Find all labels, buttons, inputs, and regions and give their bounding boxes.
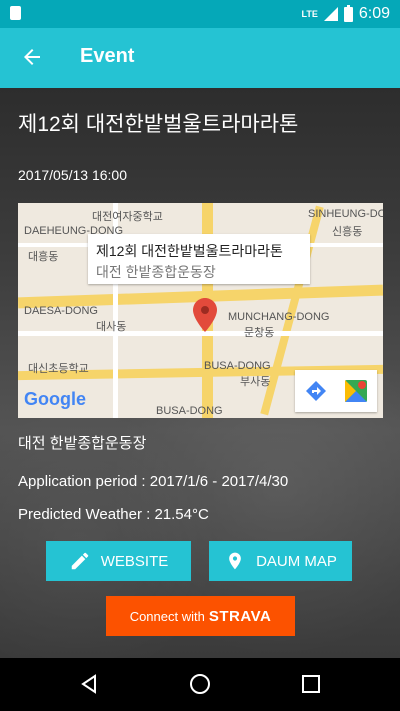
event-venue: 대전 한밭종합운동장: [18, 435, 147, 452]
map-label: 신흥동: [332, 226, 363, 238]
directions-icon[interactable]: [304, 379, 328, 403]
network-type: LTE: [301, 9, 318, 19]
map-pin-icon[interactable]: [193, 298, 217, 332]
nav-recents-icon[interactable]: [301, 674, 321, 694]
battery-icon: [343, 4, 353, 22]
pencil-icon: [69, 550, 91, 572]
back-arrow-icon[interactable]: [20, 45, 44, 74]
location-pin-icon: [224, 550, 246, 572]
map-info-window[interactable]: 제12회 대전한밭벌울트라마라톤 대전 한밭종합운동장: [88, 234, 310, 284]
map-label: 부사동: [240, 376, 271, 388]
map-label: SINHEUNG-DO: [308, 208, 383, 220]
google-logo-text: Google: [24, 389, 86, 409]
map-label: DAESA-DONG: [24, 305, 98, 317]
map-toolbar: [295, 370, 377, 412]
map-label: 대신초등학교: [28, 363, 89, 375]
info-window-title: 제12회 대전한밭벌울트라마라톤: [96, 243, 283, 259]
map-label: BUSA-DONG: [156, 405, 223, 417]
event-map[interactable]: 대전여자중학교 DAEHEUNG-DONG 대흥동 SINHEUNG-DO 신흥…: [18, 203, 383, 418]
pencil-icon-svg: [71, 552, 88, 570]
strava-button-prefix: Connect with: [129, 608, 205, 624]
nav-home-icon[interactable]: [189, 673, 211, 695]
website-button-label: WEBSITE: [100, 552, 169, 570]
google-maps-icon[interactable]: [344, 379, 368, 403]
info-window-subtitle: 대전 한밭종합운동장: [96, 264, 216, 280]
back-arrow-icon-svg: [24, 49, 40, 65]
google-logo: Google: [24, 389, 86, 410]
event-datetime: 2017/05/13 16:00: [18, 167, 127, 183]
map-label: 대사동: [96, 321, 127, 333]
map-label: 대흥동: [28, 251, 59, 263]
status-bar: LTE 6:09: [0, 0, 400, 28]
map-label: MUNCHANG-DONG: [228, 311, 330, 323]
predicted-weather: Predicted Weather : 21.54°C: [18, 506, 209, 523]
system-nav-bar: [0, 658, 400, 711]
map-label: BUSA-DONG: [204, 360, 271, 372]
map-label: 대전여자중학교: [92, 211, 163, 223]
connect-strava-button[interactable]: Connect with STRAVA: [106, 596, 295, 636]
event-detail: 제12회 대전한밭벌울트라마라톤 2017/05/13 16:00 대전여자중학…: [0, 88, 400, 658]
app-bar: Event: [0, 28, 400, 88]
daum-map-button[interactable]: DAUM MAP: [209, 541, 352, 581]
clock: 6:09: [358, 5, 390, 22]
daum-map-button-label: DAUM MAP: [256, 552, 337, 570]
website-button[interactable]: WEBSITE: [46, 541, 191, 581]
sd-card-icon: [10, 6, 21, 20]
signal-icon: [323, 7, 338, 21]
nav-back-icon[interactable]: [78, 673, 100, 695]
application-period: Application period : 2017/1/6 - 2017/4/3…: [18, 473, 289, 490]
map-label: 문창동: [244, 327, 275, 339]
strava-brand: STRAVA: [208, 607, 272, 625]
location-pin-icon-svg: [229, 552, 241, 570]
page-title: Event: [80, 45, 135, 67]
status-indicators: LTE 6:09: [302, 4, 390, 24]
event-title: 제12회 대전한밭벌울트라마라톤: [18, 113, 299, 136]
